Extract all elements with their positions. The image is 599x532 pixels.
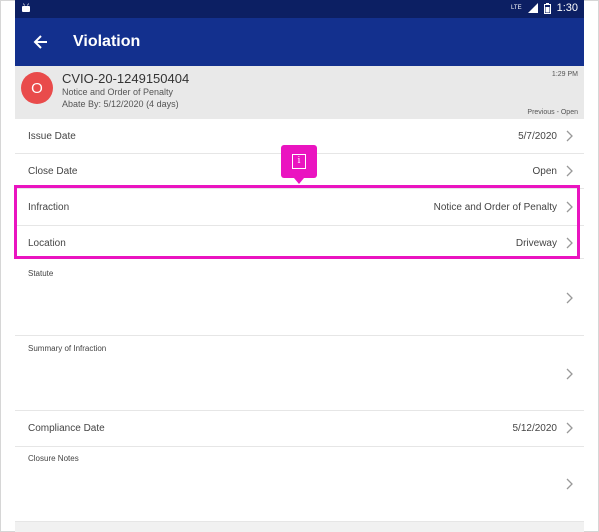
field-value: 5/7/2020 [518,131,557,142]
chevron-right-icon [566,130,573,142]
record-time: 1:29 PM [551,71,578,78]
signal-icon [527,3,538,13]
field-label: Compliance Date [28,423,105,434]
device-screen: LTE 1:30 Violation O CVIO-20-1249150404 … [15,0,584,532]
avatar: O [21,72,53,104]
status-bar: LTE 1:30 [15,0,584,18]
summary-of-infraction-row[interactable]: Summary of Infraction [15,336,584,411]
chevron-right-icon [566,237,573,249]
field-value: 5/12/2020 [512,423,558,434]
field-label: Summary of Infraction [28,344,107,353]
field-label: Infraction [28,202,70,213]
field-label: Close Date [28,166,78,177]
abate-date: Abate By: 5/12/2020 (4 days) [62,99,179,109]
signal-label: LTE [511,5,522,11]
record-subtitle: Notice and Order of Penalty [62,87,174,97]
page-title: Violation [73,33,141,50]
compliance-date-row[interactable]: Compliance Date 5/12/2020 [15,411,584,447]
field-value: Driveway [515,238,557,249]
field-label: Location [28,238,66,249]
bottom-strip [15,522,584,532]
closure-notes-row[interactable]: Closure Notes [15,447,584,522]
infraction-row[interactable]: Infraction Notice and Order of Penalty [15,190,584,226]
info-icon: i [292,154,306,169]
field-value: Open [532,166,557,177]
chevron-right-icon [566,292,573,304]
field-label: Closure Notes [28,454,79,463]
location-row[interactable]: Location Driveway [15,226,584,259]
chevron-right-icon [566,165,573,177]
chevron-right-icon [566,478,573,490]
chevron-right-icon [566,201,573,213]
android-icon [22,3,30,12]
chevron-right-icon [566,368,573,380]
field-label: Issue Date [28,131,76,142]
statute-row[interactable]: Statute [15,259,584,336]
record-header: O CVIO-20-1249150404 Notice and Order of… [15,66,584,119]
record-id: CVIO-20-1249150404 [62,71,190,86]
field-value: Notice and Order of Penalty [433,202,557,213]
previous-link[interactable]: Previous - Open [527,109,578,116]
battery-icon [543,2,551,14]
field-label: Statute [28,269,54,278]
info-callout-badge[interactable]: i [281,145,317,184]
app-bar: Violation [15,18,584,66]
status-time: 1:30 [556,2,578,14]
back-arrow-icon [33,35,47,49]
chevron-right-icon [566,422,573,434]
back-button[interactable] [29,30,53,54]
